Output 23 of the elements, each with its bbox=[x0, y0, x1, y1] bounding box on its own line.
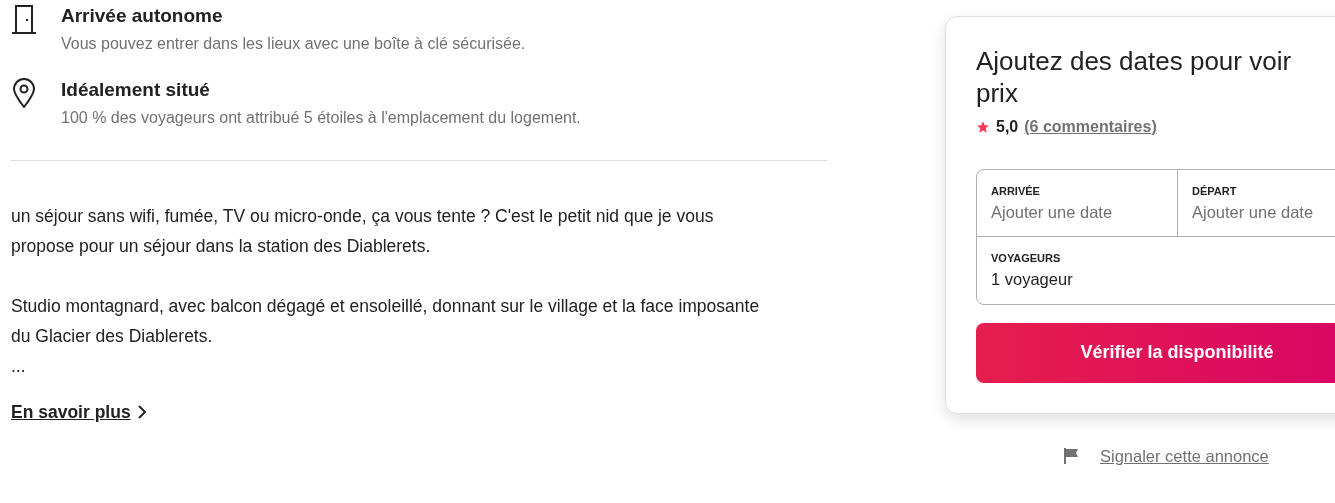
reviews-link[interactable]: (6 commentaires) bbox=[1024, 115, 1157, 139]
rating-value: 5,0 bbox=[996, 117, 1019, 137]
star-icon bbox=[976, 120, 990, 134]
feature-description: Vous pouvez entrer dans les lieux avec une boîte à clé sécurisée. bbox=[61, 34, 526, 54]
description-paragraph: ... bbox=[11, 355, 27, 378]
feature-title: Arrivée autonome bbox=[61, 4, 224, 28]
feature-description: 100 % des voyageurs ont attribué 5 étoiles à l'emplacement du logement. bbox=[61, 108, 581, 128]
read-more-link[interactable]: En savoir plus bbox=[11, 399, 147, 426]
date-label: ARRIVÉE bbox=[991, 184, 1041, 199]
feature-title: Idéalement situé bbox=[61, 78, 211, 102]
description-paragraph: Studio montagnard, avec balcon dégagé et ensoleillé, donnant sur le village et la face imposante du Glacier des Diablerets. bbox=[11, 295, 761, 348]
door-icon bbox=[11, 4, 37, 34]
report-listing-link[interactable]: Signaler cette annonce bbox=[1062, 443, 1269, 469]
location-pin-icon bbox=[11, 78, 37, 108]
flag-icon bbox=[1062, 446, 1080, 465]
date-label: DÉPART bbox=[1192, 184, 1238, 199]
check-availability-button[interactable]: Vérifier la disponibilité bbox=[976, 322, 1335, 383]
chevron-right-icon bbox=[136, 405, 147, 420]
guests-field[interactable]: VOYAGEURS 1 voyageur bbox=[977, 237, 1335, 304]
date-input[interactable]: Ajouter une date bbox=[991, 199, 1171, 225]
description-paragraph: un séjour sans wifi, fumée, TV ou micro-onde, ça vous tente ? C'est le petit nid que je vous propose pour un séjour dans la station des Diablerets. bbox=[11, 205, 715, 258]
date-input[interactable]: Ajouter une date bbox=[1192, 199, 1335, 225]
booking-title: Ajoutez des dates pour voir prix bbox=[976, 45, 1293, 109]
